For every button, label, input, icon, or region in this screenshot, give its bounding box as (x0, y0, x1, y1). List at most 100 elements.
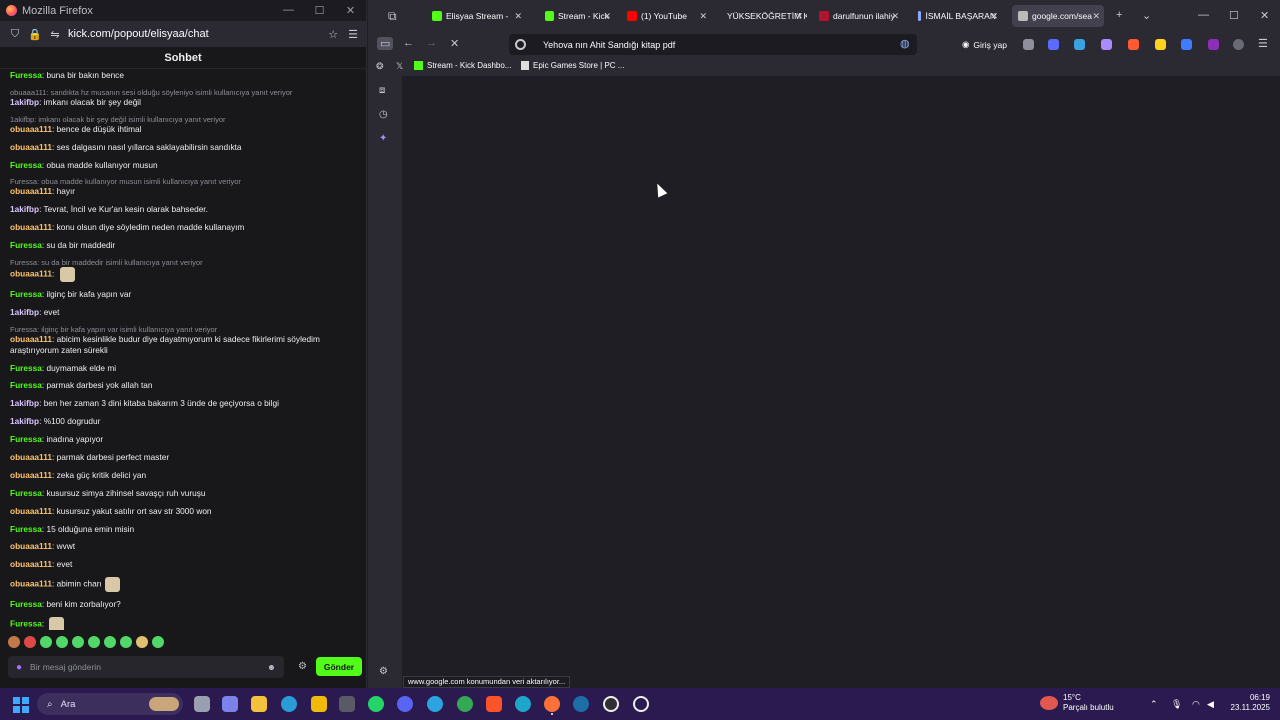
chat-username[interactable]: obuaaa111 (10, 142, 52, 152)
forward-icon[interactable]: → (426, 37, 437, 49)
address-bar[interactable]: Yehova nın Ahit Sandığı kitap pdf (509, 34, 917, 55)
stop-icon[interactable]: ✕ (450, 37, 459, 50)
permissions-icon[interactable]: ⇋ (48, 28, 62, 41)
emote-icon[interactable] (24, 636, 36, 648)
back-icon[interactable]: ← (403, 37, 414, 49)
app-menu-icon[interactable]: ☰ (1258, 37, 1268, 50)
extension-icon[interactable] (1233, 39, 1244, 50)
browser-tab[interactable]: Stream - Kick ✕ (539, 5, 615, 27)
chat-username[interactable]: Furessa (10, 380, 42, 390)
emote-icon[interactable] (40, 636, 52, 648)
list-all-tabs-icon[interactable]: ⌄ (1142, 9, 1151, 22)
browser-tab[interactable]: YÜKSEKÖĞRETİM KU ✕ (717, 5, 807, 27)
steam-icon[interactable] (573, 696, 589, 712)
brave-icon[interactable] (486, 696, 502, 712)
lock-icon[interactable]: 🔒 (28, 28, 42, 41)
customize-sidebar-icon[interactable]: ⚙ (379, 666, 388, 677)
microphone-icon[interactable]: 🎙 (1171, 699, 1182, 710)
extension-icon[interactable] (1181, 39, 1192, 50)
chat-username[interactable]: obuaaa111 (10, 222, 52, 232)
extension-icon[interactable] (1101, 39, 1112, 50)
chrome-icon[interactable] (457, 696, 473, 712)
edge-icon[interactable] (515, 696, 531, 712)
tabs-sidebar-icon[interactable]: ⧈ (379, 85, 385, 96)
chat-username[interactable]: Furessa (10, 434, 42, 444)
tab-close-icon[interactable]: ✕ (1092, 11, 1100, 22)
chat-username[interactable]: Furessa (10, 599, 42, 609)
browser-tab[interactable]: (1) YouTube ✕ (621, 5, 711, 27)
chat-username[interactable]: 1akifbp (10, 97, 39, 107)
tab-close-icon[interactable]: ✕ (699, 11, 707, 22)
ai-chat-icon[interactable]: ✦ (379, 133, 387, 144)
bookmark-icon[interactable]: ❂ (376, 61, 384, 72)
extension-icon[interactable] (1074, 39, 1085, 50)
teams-icon[interactable] (222, 696, 238, 712)
task-view-icon[interactable] (194, 696, 210, 712)
popup-url[interactable]: kick.com/popout/elisyaa/chat (68, 28, 318, 40)
firefox-icon[interactable] (544, 696, 560, 712)
chat-username[interactable]: obuaaa111 (10, 452, 52, 462)
bookmark-kick[interactable]: Stream - Kick Dashbo... (414, 61, 511, 70)
microphone-icon[interactable]: ● (16, 662, 22, 673)
chat-username[interactable]: obuaaa111 (10, 269, 52, 279)
obs-icon[interactable] (603, 696, 619, 712)
cortana-icon[interactable] (633, 696, 649, 712)
browser-tab[interactable]: google.com/sea ✕ (1012, 5, 1104, 27)
chat-input[interactable]: ● Bir mesaj gönderin ☻ (8, 656, 284, 678)
emote-icon[interactable] (88, 636, 100, 648)
chat-username[interactable]: Furessa (10, 524, 42, 534)
send-button[interactable]: Gönder (316, 657, 362, 676)
chat-username[interactable]: 1akifbp (10, 398, 39, 408)
bookmark-star-icon[interactable]: ☆ (328, 28, 338, 41)
x-logo-icon[interactable]: 𝕏 (396, 61, 403, 72)
emote-icon[interactable] (8, 636, 20, 648)
emote-icon[interactable] (56, 636, 68, 648)
start-button[interactable] (13, 697, 29, 713)
bookmark-epic[interactable]: Epic Games Store | PC ... (521, 61, 624, 70)
chat-username[interactable]: obuaaa111 (10, 124, 52, 134)
chat-username[interactable]: obuaaa111 (10, 506, 52, 516)
browser-tab[interactable]: Elisyaa Stream - ✕ (426, 5, 526, 27)
tab-list-icon[interactable]: ⧉ (388, 9, 397, 24)
chat-username[interactable]: Furessa (10, 619, 42, 629)
edge-icon[interactable] (281, 696, 297, 712)
tab-close-icon[interactable]: ✕ (891, 11, 899, 22)
history-icon[interactable]: ◷ (379, 109, 388, 120)
extension-icon[interactable] (1208, 39, 1219, 50)
chat-username[interactable]: 1akifbp (10, 204, 39, 214)
sidebar-toggle-icon[interactable]: ▭ (377, 37, 394, 50)
calculator-icon[interactable] (339, 696, 355, 712)
chat-username[interactable]: 1akifbp (10, 416, 39, 426)
shield-icon[interactable]: ⛉ (8, 28, 22, 41)
emote-icon[interactable] (152, 636, 164, 648)
emote-icon[interactable] (72, 636, 84, 648)
chat-message-list[interactable]: Furessa: buna bir bakın bence obuaaa111: … (0, 70, 366, 630)
chat-settings-icon[interactable]: ⚙ (298, 661, 307, 672)
browser-tab[interactable]: İSMAİL BAŞARAN ✕ (912, 5, 1002, 27)
chat-username[interactable]: Furessa (10, 70, 42, 80)
chat-username[interactable]: obuaaa111 (10, 470, 52, 480)
login-button[interactable]: ◉ Giriş yap (958, 36, 1011, 53)
binance-icon[interactable] (311, 696, 327, 712)
tab-close-icon[interactable]: ✕ (514, 11, 522, 22)
chat-username[interactable]: obuaaa111 (10, 541, 52, 551)
chat-username[interactable]: obuaaa111 (10, 579, 52, 589)
maximize-icon[interactable]: ☐ (1229, 9, 1239, 22)
chat-username[interactable]: Furessa (10, 289, 42, 299)
tab-close-icon[interactable]: ✕ (603, 11, 611, 22)
volume-icon[interactable]: ◀ (1207, 699, 1214, 710)
emote-icon[interactable] (104, 636, 116, 648)
chat-username[interactable]: Furessa (10, 363, 42, 373)
discord-icon[interactable] (397, 696, 413, 712)
emote-icon[interactable] (136, 636, 148, 648)
extensions-icon[interactable] (1023, 39, 1034, 50)
maximize-icon[interactable]: ☐ (304, 4, 335, 17)
clock[interactable]: 06:19 23.11.2025 (1228, 693, 1270, 713)
telegram-icon[interactable] (427, 696, 443, 712)
tab-close-icon[interactable]: ✕ (990, 11, 998, 22)
close-icon[interactable]: ✕ (1260, 9, 1269, 22)
search-engine-icon[interactable] (515, 39, 526, 50)
tray-chevron-icon[interactable]: ⌃ (1150, 699, 1158, 710)
new-tab-icon[interactable]: + (1116, 9, 1122, 21)
chat-username[interactable]: 1akifbp (10, 307, 39, 317)
